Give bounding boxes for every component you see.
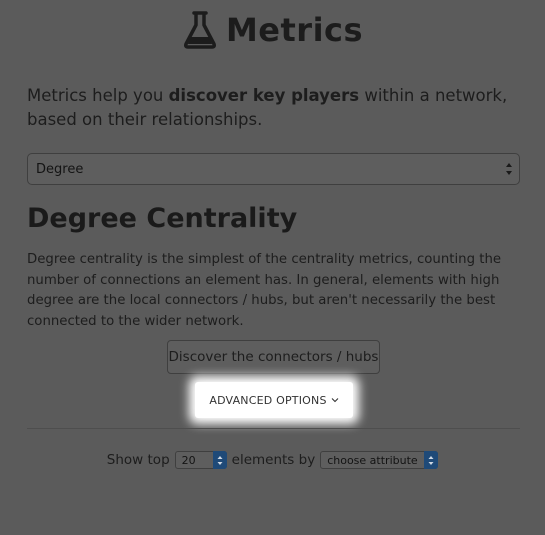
select-arrows-icon bbox=[424, 451, 439, 469]
attribute-select[interactable]: choose attribute bbox=[320, 451, 439, 469]
discover-button[interactable]: Discover the connectors / hubs bbox=[167, 340, 380, 374]
elements-by-label: elements by bbox=[231, 452, 316, 468]
show-top-row: Show top 20 elements by choose attribute bbox=[0, 449, 545, 471]
select-arrows-icon bbox=[506, 163, 512, 175]
metric-select[interactable]: Degree bbox=[27, 153, 520, 185]
section-title: Degree Centrality bbox=[27, 203, 298, 234]
show-top-label: Show top bbox=[106, 452, 170, 468]
advanced-options-label: ADVANCED OPTIONS bbox=[209, 393, 327, 407]
chevron-down-icon bbox=[331, 398, 339, 403]
attribute-select-value: choose attribute bbox=[327, 453, 418, 467]
intro-bold: discover key players bbox=[168, 86, 360, 105]
advanced-options-toggle[interactable]: ADVANCED OPTIONS bbox=[195, 382, 353, 418]
page-title: Metrics bbox=[225, 11, 364, 49]
metric-select-value: Degree bbox=[36, 161, 84, 177]
top-count-select[interactable]: 20 bbox=[174, 451, 227, 469]
intro-text: Metrics help you discover key players wi… bbox=[27, 84, 522, 132]
section-description: Degree centrality is the simplest of the… bbox=[27, 252, 502, 329]
flask-icon bbox=[183, 11, 216, 49]
divider bbox=[27, 428, 520, 429]
page-header: Metrics bbox=[0, 10, 545, 50]
select-arrows-icon bbox=[212, 451, 227, 469]
metrics-panel: Metrics Metrics help you discover key pl… bbox=[0, 0, 545, 535]
intro-before: Metrics help you bbox=[27, 86, 169, 105]
top-count-value: 20 bbox=[181, 453, 196, 467]
